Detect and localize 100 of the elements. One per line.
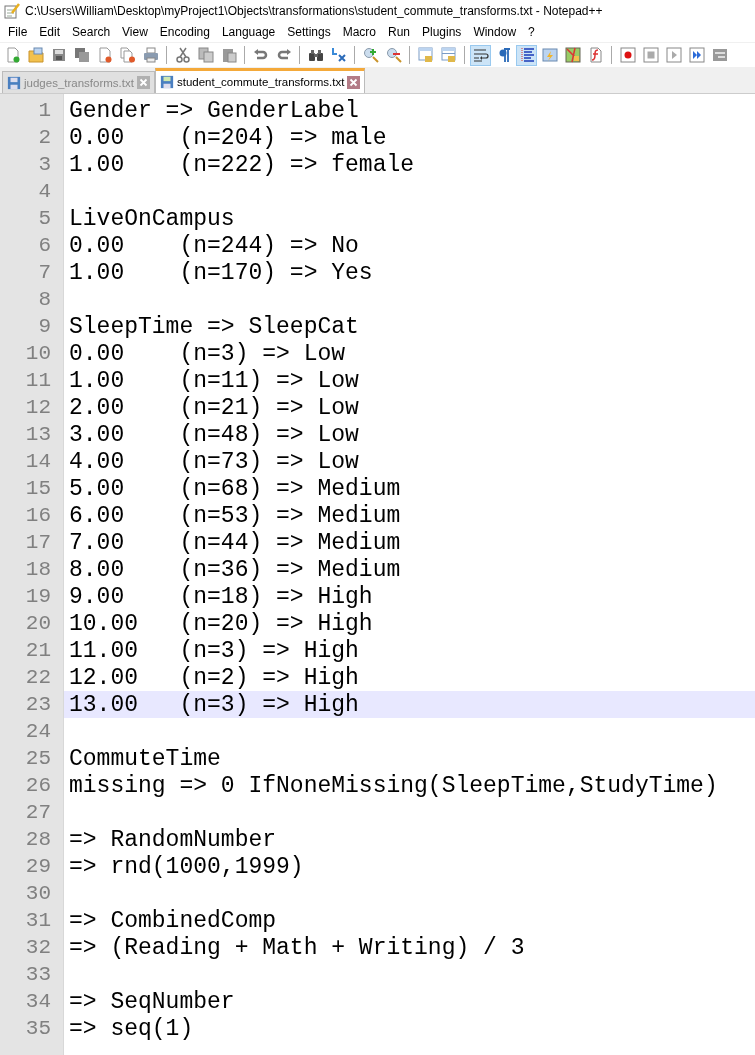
code-line: => CombinedComp [68,907,277,934]
line-number: 28 [25,827,52,853]
menu-item[interactable]: Macro [336,24,382,39]
toolbar-button[interactable] [516,44,537,66]
function-doc-icon [587,47,604,63]
code-line: 6.00 (n=53) => Medium [68,502,401,529]
file-tab[interactable]: student_commute_transforms.txt [154,68,366,93]
line-number: 23 [25,692,52,718]
line-number: 34 [25,989,52,1015]
printer-icon [142,47,159,63]
line-number: 13 [25,422,52,448]
menu-item[interactable]: Plugins [416,24,468,39]
code-line: 1.00 (n=222) => female [68,151,415,178]
menu-item[interactable]: ? [522,24,541,39]
line-number: 27 [25,800,52,826]
code-line: 0.00 (n=204) => male [68,124,387,151]
line-number: 30 [25,881,52,907]
code-line: 7.00 (n=44) => Medium [68,529,401,556]
line-number: 3 [38,152,52,178]
code-line: 12.00 (n=2) => High [68,664,359,691]
new-file-icon [4,47,21,63]
code-line: missing => 0 IfNoneMissing(SleepTime,StudyTime) [68,772,718,799]
line-number: 35 [25,1016,52,1042]
line-number: 12 [25,395,52,421]
menu-item[interactable]: File [2,24,34,39]
menu-item[interactable]: Window [467,24,523,39]
line-number: 24 [25,719,52,745]
line-number: 33 [25,962,52,988]
close-icon[interactable] [347,75,361,89]
line-number: 19 [25,584,52,610]
code-line: 1.00 (n=170) => Yes [68,259,373,286]
code-line: 1.00 (n=11) => Low [68,367,359,394]
close-icon[interactable] [136,76,150,89]
folder-icon [27,47,44,63]
code-line: 11.00 (n=3) => High [68,637,359,664]
line-number: 29 [25,854,52,880]
line-number: 8 [38,287,52,313]
window-lock-icon [417,47,434,63]
code-line: 3.00 (n=48) => Low [68,421,359,448]
line-number: 32 [25,935,52,961]
line-number: 4 [38,179,52,205]
paste-icon [220,47,237,63]
code-line: 8.00 (n=36) => Medium [68,556,401,583]
code-line: => SeqNumber [68,988,235,1015]
play-icon [665,47,682,63]
line-number: 26 [25,773,52,799]
menu-item[interactable]: Edit [33,24,67,39]
code-line: 5.00 (n=68) => Medium [68,475,401,502]
line-number: 21 [25,638,52,664]
map-icon [564,47,581,63]
code-line: CommuteTime [68,745,221,772]
lightning-window-icon [541,47,558,63]
code-line: 10.00 (n=20) => High [68,610,373,637]
code-line: 9.00 (n=18) => High [68,583,373,610]
close-file-icon [96,47,113,63]
toolbar-button[interactable] [617,44,638,66]
code-line: => rnd(1000,1999) [68,853,304,880]
code-line: 0.00 (n=244) => No [68,232,359,259]
line-number: 18 [25,557,52,583]
window-lock-icon [440,47,457,63]
menu-item[interactable]: Search [66,24,117,39]
line-number: 14 [25,449,52,475]
code-line: 4.00 (n=73) => Low [68,448,359,475]
toolbar-button[interactable] [686,44,707,66]
line-number: 20 [25,611,52,637]
save-icon [50,47,67,63]
zoom-in-icon [362,47,379,63]
record-icon [619,47,636,63]
line-number: 10 [25,341,52,367]
line-number: 1 [38,98,52,124]
line-number: 17 [25,530,52,556]
line-number: 25 [25,746,52,772]
code-line: 2.00 (n=21) => Low [68,394,359,421]
save-all-icon [73,47,90,63]
code-line: 13.00 (n=3) => High [68,691,359,718]
code-line: LiveOnCampus [68,205,235,232]
save-icon [7,75,21,90]
menu-item[interactable]: Language [215,24,282,39]
menu-item[interactable]: Settings [281,24,337,39]
macro-list-icon [711,47,728,63]
code-line: Gender => GenderLabel [68,97,359,124]
save-icon [159,75,174,89]
code-line: => RandomNumber [68,826,277,853]
code-line: 0.00 (n=3) => Low [68,340,346,367]
toolbar-button[interactable] [562,44,583,66]
zoom-out-icon [385,47,402,63]
menu-item[interactable]: View [116,24,154,39]
line-number: 9 [38,314,52,340]
line-number: 22 [25,665,52,691]
indent-guide-icon [518,47,535,63]
line-number: 6 [38,233,52,259]
menu-item[interactable]: Run [382,24,416,39]
line-number: 15 [25,476,52,502]
line-number: 16 [25,503,52,529]
replace-icon [330,47,347,63]
stop-icon [642,47,659,63]
window-title: C:\Users\William\Desktop\myProject1\Objects\transformations\student_commute_transforms.txt - Notepad++ [25,3,603,18]
close-all-icon [119,47,136,63]
word-wrap-icon [472,47,489,63]
menu-item[interactable]: Encoding [153,24,216,39]
